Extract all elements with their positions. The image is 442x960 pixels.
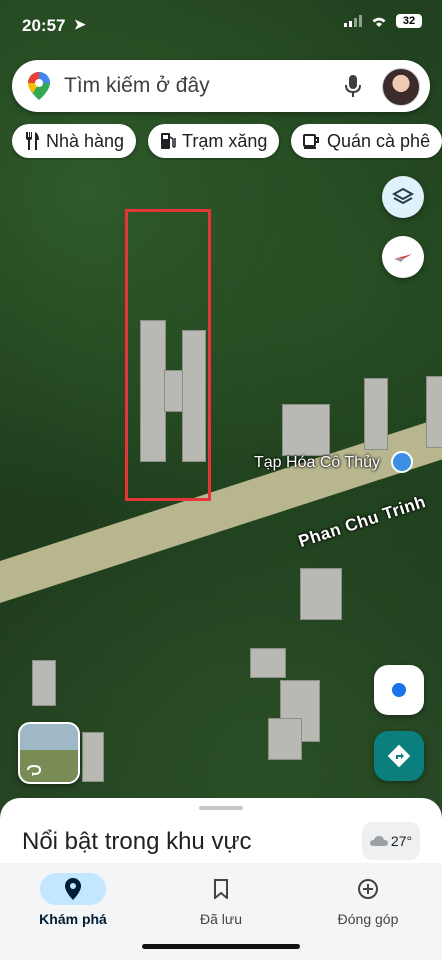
maps-pin-icon	[28, 72, 50, 100]
add-circle-icon	[358, 879, 378, 899]
wifi-icon	[372, 17, 386, 27]
search-bar[interactable]: Tìm kiếm ở đây	[12, 60, 430, 112]
layers-icon	[392, 187, 414, 205]
nav-contribute-pill	[335, 873, 401, 905]
nav-label: Đóng góp	[337, 911, 399, 927]
gas-pump-icon	[161, 133, 176, 149]
building	[426, 376, 442, 448]
my-location-icon	[392, 683, 406, 697]
nav-label: Đã lưu	[199, 911, 243, 927]
temperature: 27°	[390, 833, 413, 849]
layers-button[interactable]	[382, 176, 424, 218]
nav-contribute[interactable]: Đóng góp	[308, 873, 428, 927]
sheet-handle[interactable]	[199, 806, 243, 810]
nav-saved-pill	[188, 873, 254, 905]
status-time: 20:57	[22, 16, 66, 35]
chip-label: Nhà hàng	[46, 130, 125, 151]
nav-explore[interactable]: Khám phá	[13, 873, 133, 927]
bookmark-icon	[214, 879, 228, 899]
fork-knife-icon	[26, 132, 39, 150]
chip-cafes[interactable]: Quán cà phê	[291, 124, 442, 158]
home-indicator	[142, 944, 300, 949]
street-view-thumbnail[interactable]	[18, 722, 80, 784]
building	[250, 648, 286, 678]
building	[82, 732, 104, 782]
signal-icon	[344, 15, 362, 27]
microphone-icon[interactable]	[344, 74, 362, 98]
status-bar: 20:57 ➤ 32	[0, 0, 442, 52]
bottom-navigation: Khám phá Đã lưu Đóng góp	[0, 863, 442, 960]
road-label: Phan Chu Trinh	[296, 492, 429, 552]
cloud-icon	[369, 836, 388, 846]
directions-icon	[387, 744, 411, 768]
sheet-title: Nổi bật trong khu vực	[22, 828, 252, 855]
status-icons: 32	[344, 14, 422, 28]
compass-button[interactable]	[382, 236, 424, 278]
building	[364, 378, 388, 450]
building	[268, 718, 302, 760]
category-chips: Nhà hàng Trạm xăng Quán cà phê	[12, 124, 442, 160]
nav-explore-pill	[40, 873, 106, 905]
coffee-cup-icon	[303, 134, 319, 149]
nav-saved[interactable]: Đã lưu	[161, 873, 281, 927]
weather-badge: 27°	[362, 822, 420, 860]
avatar[interactable]	[382, 68, 420, 106]
chip-gas-stations[interactable]: Trạm xăng	[148, 124, 280, 158]
location-arrow-icon: ➤	[74, 16, 86, 32]
nav-label: Khám phá	[39, 911, 107, 927]
shopping-bag-icon[interactable]	[391, 451, 413, 473]
poi-label[interactable]: Tạp Hóa Cô Thủy	[254, 454, 380, 472]
compass-icon	[394, 254, 412, 262]
chip-label: Trạm xăng	[182, 130, 268, 151]
my-location-button[interactable]	[374, 665, 424, 715]
chip-label: Quán cà phê	[327, 130, 431, 151]
building	[300, 568, 342, 620]
building	[32, 660, 56, 706]
directions-button[interactable]	[374, 731, 424, 781]
building	[282, 404, 330, 456]
chip-restaurants[interactable]: Nhà hàng	[12, 124, 137, 158]
highlight-rectangle	[125, 209, 211, 501]
street-view-rotate-icon	[27, 764, 42, 776]
battery-indicator: 32	[396, 14, 422, 28]
search-input[interactable]: Tìm kiếm ở đây	[64, 74, 210, 98]
explore-pin-icon	[65, 878, 81, 900]
